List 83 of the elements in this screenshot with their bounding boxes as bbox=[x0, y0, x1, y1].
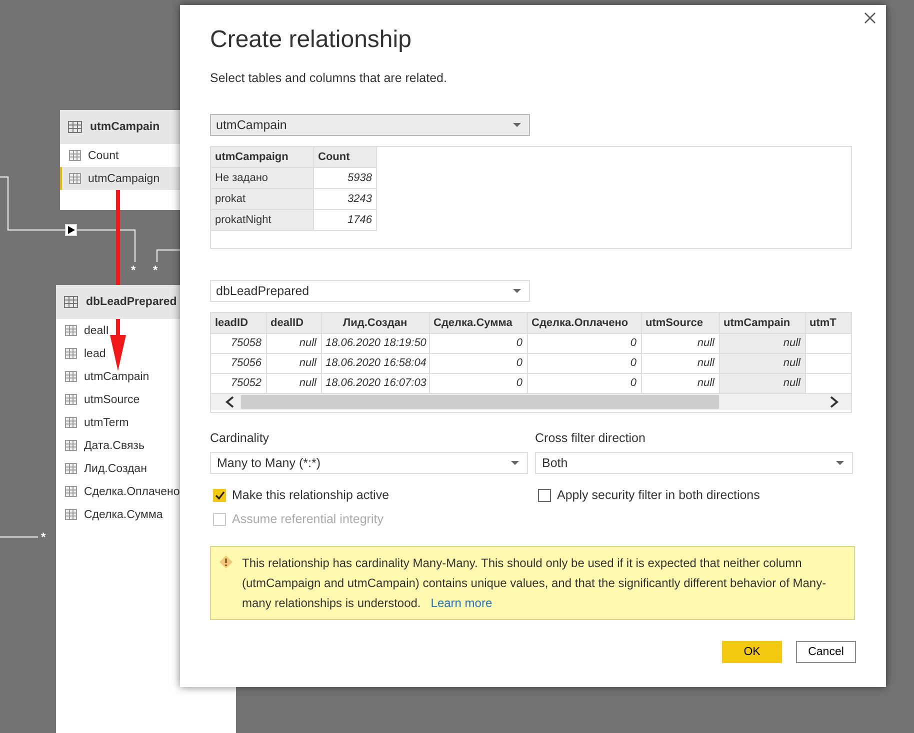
cross-filter-select[interactable]: Both bbox=[535, 452, 853, 474]
column-icon bbox=[65, 348, 77, 359]
table-cell: 3243 bbox=[314, 188, 376, 210]
column-icon bbox=[65, 486, 77, 497]
cardinality-mark: * bbox=[41, 531, 46, 543]
table-cell: 18.06.2020 16:58:04 bbox=[321, 353, 429, 373]
table-cell: null bbox=[641, 333, 719, 353]
table-cell: null bbox=[266, 333, 321, 353]
column-icon bbox=[65, 325, 77, 336]
table-cell: 0 bbox=[429, 333, 527, 353]
table-cell: null bbox=[266, 353, 321, 373]
table-cell: 75056 bbox=[211, 353, 266, 373]
dialog-subtitle: Select tables and columns that are related. bbox=[210, 71, 448, 85]
field-item[interactable]: utmTerm bbox=[56, 411, 236, 434]
cardinality-select[interactable]: Many to Many (*:*) bbox=[210, 452, 528, 474]
column-header[interactable]: utmCampaign bbox=[211, 147, 314, 168]
checkbox-label: Assume referential integrity bbox=[232, 512, 384, 526]
dialog-title: Create relationship bbox=[210, 26, 412, 54]
table-cell: 0 bbox=[527, 353, 641, 373]
table-cell: 0 bbox=[429, 353, 527, 373]
table-cell: 0 bbox=[527, 333, 641, 353]
close-icon[interactable] bbox=[864, 12, 876, 24]
horizontal-scrollbar[interactable] bbox=[211, 394, 851, 410]
column-header[interactable]: Лид.Создан bbox=[321, 313, 429, 333]
column-icon bbox=[65, 394, 77, 405]
column-header[interactable]: Count bbox=[314, 147, 376, 168]
table-icon bbox=[68, 121, 82, 133]
ok-button[interactable]: OK bbox=[722, 641, 782, 663]
table-cell: 5938 bbox=[314, 168, 376, 188]
table-cell: 0 bbox=[527, 373, 641, 393]
table-dropdown[interactable]: utmCampain bbox=[210, 114, 530, 136]
table-cell: 75052 bbox=[211, 373, 266, 393]
warning-icon bbox=[219, 555, 233, 569]
table-cell: prokat bbox=[211, 188, 314, 210]
column-icon bbox=[65, 371, 77, 382]
checkbox-label: Apply security filter in both directions bbox=[557, 488, 760, 502]
column-header[interactable]: leadID bbox=[211, 313, 266, 333]
table-cell: null bbox=[266, 373, 321, 393]
column-header[interactable]: utmCampain bbox=[719, 313, 805, 333]
field-label: Cross filter direction bbox=[535, 431, 646, 445]
table-dropdown[interactable]: dbLeadPrepared bbox=[210, 280, 530, 302]
play-icon bbox=[65, 224, 77, 236]
chevron-right-icon[interactable] bbox=[829, 396, 839, 408]
cardinality-mark: * bbox=[131, 264, 136, 276]
caret-icon bbox=[836, 461, 844, 465]
table-cell: 75058 bbox=[211, 333, 266, 353]
table-cell: null bbox=[719, 333, 805, 353]
table-cell: null bbox=[641, 373, 719, 393]
table-name: dbLeadPrepared bbox=[86, 296, 177, 308]
table-cell: null bbox=[719, 373, 805, 393]
column-header[interactable]: utmSource bbox=[641, 313, 719, 333]
column-header[interactable]: Сделка.Оплачено bbox=[527, 313, 641, 333]
column-icon bbox=[69, 150, 81, 161]
column-icon bbox=[65, 440, 77, 451]
column-icon bbox=[65, 509, 77, 520]
column-icon bbox=[65, 417, 77, 428]
table-cell: 1746 bbox=[314, 210, 376, 230]
cardinality-mark: * bbox=[153, 264, 158, 276]
caret-icon bbox=[511, 461, 519, 465]
table-cell: 0 bbox=[429, 373, 527, 393]
warning-text: This relationship has cardinality Many-Many. This should only be used if it is expected that neither column (utmCampaign and utmCampain) contains unique values, and that the significantly different behavior of Many-many relationships is understood. Learn more bbox=[242, 555, 828, 612]
column-header[interactable]: Сделка.Сумма bbox=[429, 313, 527, 333]
table-cell: Не задано bbox=[211, 168, 314, 188]
field-item[interactable]: Count bbox=[60, 144, 200, 167]
column-icon bbox=[65, 463, 77, 474]
checkbox-label: Make this relationship active bbox=[232, 488, 390, 502]
field-label: Cardinality bbox=[210, 431, 270, 445]
table-cell: 18.06.2020 18:19:50 bbox=[321, 333, 429, 353]
chevron-left-icon[interactable] bbox=[225, 396, 235, 408]
learn-more-link[interactable]: Learn more bbox=[430, 596, 492, 610]
checkbox[interactable] bbox=[538, 488, 551, 502]
cancel-button[interactable]: Cancel bbox=[796, 641, 856, 663]
column-header[interactable]: dealID bbox=[266, 313, 321, 333]
table-name: utmCampain bbox=[90, 121, 160, 133]
caret-icon bbox=[513, 289, 521, 293]
table-cell: null bbox=[719, 353, 805, 373]
table-cell: prokatNight bbox=[211, 210, 314, 230]
table-icon bbox=[64, 296, 78, 308]
column-icon bbox=[69, 173, 81, 184]
column-header[interactable]: utmT bbox=[805, 313, 851, 333]
caret-icon bbox=[513, 123, 521, 127]
table-cell: null bbox=[641, 353, 719, 373]
table-cell: 18.06.2020 16:07:03 bbox=[321, 373, 429, 393]
